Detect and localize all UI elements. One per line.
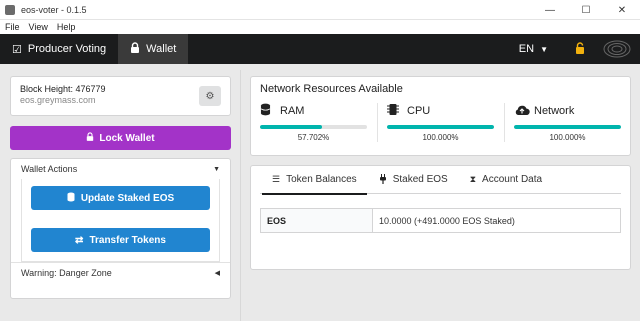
menu-bar: File View Help (0, 20, 640, 34)
resource-cpu: CPU 100.000% (377, 103, 504, 142)
block-height: Block Height: 476779 (20, 84, 106, 94)
padlock-icon[interactable] (560, 41, 600, 57)
update-staked-label: Update Staked EOS (80, 192, 175, 204)
right-column: Network Resources Available RAM 57.702% (250, 76, 631, 270)
tab-token-balances[interactable]: ☰ Token Balances (262, 166, 367, 195)
window-titlebar: eos-voter - 0.1.5 — ☐ ✕ (0, 0, 640, 20)
menu-file[interactable]: File (5, 22, 20, 32)
transfer-tokens-label: Transfer Tokens (89, 234, 166, 246)
gears-icon: ⚙ (205, 90, 215, 102)
microchip-icon (387, 103, 407, 119)
tab-staked-eos[interactable]: Staked EOS (379, 166, 448, 194)
wallet-actions-header[interactable]: Wallet Actions ▼ (11, 159, 230, 179)
progress-bar (387, 125, 494, 129)
database-icon (260, 103, 280, 119)
resource-network: Network 100.000% (504, 103, 621, 142)
top-navbar: ☑ Producer Voting Wallet EN ▼ (0, 34, 640, 64)
danger-zone-header[interactable]: Warning: Danger Zone ◀ (11, 262, 230, 282)
language-dropdown[interactable]: EN ▼ (507, 43, 560, 55)
network-resources-card: Network Resources Available RAM 57.702% (250, 76, 631, 156)
tab-wallet-label: Wallet (146, 43, 177, 55)
spiral-logo-icon (600, 39, 634, 59)
menu-help[interactable]: Help (57, 22, 76, 32)
lock-icon (130, 42, 140, 56)
close-icon[interactable]: ✕ (604, 0, 640, 20)
lock-icon (86, 132, 94, 144)
wallet-actions-card: Wallet Actions ▼ Update Staked EOS ⇄ Tra… (10, 158, 231, 299)
checkbox-icon: ☑ (12, 43, 22, 56)
maximize-icon[interactable]: ☐ (568, 0, 604, 20)
plug-icon (379, 173, 387, 186)
transfer-tokens-button[interactable]: ⇄ Transfer Tokens (31, 228, 210, 252)
resource-percent: 57.702% (297, 133, 330, 142)
wallet-actions-title: Wallet Actions (21, 164, 78, 174)
minimize-icon[interactable]: — (532, 0, 568, 20)
balances-table: EOS 10.0000 (+491.0000 EOS Staked) (260, 208, 621, 233)
left-column: Block Height: 476779 eos.greymass.com ⚙ … (10, 76, 231, 299)
resources-title: Network Resources Available (260, 83, 403, 95)
exchange-icon: ⇄ (75, 234, 84, 246)
hourglass-icon: ⧗ (469, 174, 477, 184)
tab-label: Token Balances (286, 174, 357, 185)
lock-wallet-button[interactable]: Lock Wallet (10, 126, 231, 150)
resource-name: CPU (407, 105, 431, 117)
list-icon: ☰ (272, 174, 281, 184)
progress-fill (514, 125, 621, 129)
table-cell-value: 10.0000 (+491.0000 EOS Staked) (379, 215, 515, 226)
tab-label: Staked EOS (392, 174, 448, 185)
caret-down-icon: ▼ (540, 44, 548, 54)
database-icon (67, 192, 75, 205)
resource-ram: RAM 57.702% (260, 103, 377, 142)
resource-percent: 100.000% (422, 133, 459, 142)
lock-wallet-label: Lock Wallet (99, 132, 155, 144)
tab-producer-voting[interactable]: ☑ Producer Voting (0, 34, 118, 64)
progress-bar (260, 125, 367, 129)
balances-card: ☰ Token Balances Staked EOS ⧗ Account Da… (250, 165, 631, 270)
tab-wallet[interactable]: Wallet (118, 34, 189, 64)
node-address: eos.greymass.com (20, 95, 96, 105)
update-staked-button[interactable]: Update Staked EOS (31, 186, 210, 210)
settings-button[interactable]: ⚙ (199, 86, 221, 106)
progress-fill (387, 125, 494, 129)
balances-tabs: ☰ Token Balances Staked EOS ⧗ Account Da… (260, 166, 621, 195)
caret-left-icon: ◀ (214, 269, 220, 277)
app-icon (5, 4, 15, 15)
menu-view[interactable]: View (29, 22, 48, 32)
tab-producer-voting-label: Producer Voting (27, 43, 107, 55)
resource-percent: 100.000% (549, 133, 586, 142)
language-label: EN (518, 43, 535, 55)
block-height-card: Block Height: 476779 eos.greymass.com ⚙ (10, 76, 231, 116)
resource-name: RAM (280, 105, 305, 117)
resource-name: Network (534, 105, 575, 117)
cloud-upload-icon (514, 104, 534, 119)
wallet-actions-body: Update Staked EOS ⇄ Transfer Tokens (21, 179, 220, 262)
caret-down-icon: ▼ (213, 165, 220, 173)
column-divider (240, 70, 241, 321)
tab-account-data[interactable]: ⧗ Account Data (470, 166, 542, 194)
progress-fill (260, 125, 322, 129)
tab-label: Account Data (482, 174, 543, 185)
table-cell-token: EOS (261, 209, 373, 232)
resources-row: RAM 57.702% CPU 100.000% Network 100.000… (260, 103, 621, 142)
window-title: eos-voter - 0.1.5 (21, 4, 87, 15)
navbar-right: EN ▼ (507, 34, 640, 64)
progress-bar (514, 125, 621, 129)
danger-zone-title: Warning: Danger Zone (21, 267, 112, 278)
window-controls: — ☐ ✕ (532, 0, 640, 20)
